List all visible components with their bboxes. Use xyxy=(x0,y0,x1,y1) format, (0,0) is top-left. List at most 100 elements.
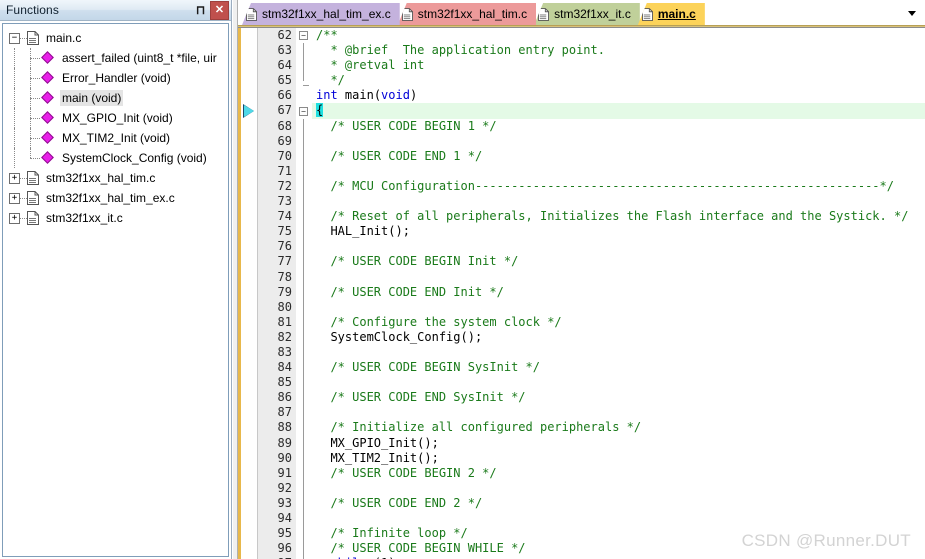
code-line[interactable]: /* MCU Configuration--------------------… xyxy=(312,179,925,194)
fold-toggle[interactable]: − xyxy=(299,31,308,40)
tree-connector xyxy=(25,128,42,148)
code-line[interactable]: /* Initialize all configured peripherals… xyxy=(312,420,925,435)
code-line[interactable]: /* USER CODE END SysInit */ xyxy=(312,390,925,405)
tree-file-node[interactable]: + stm32f1xx_hal_tim_ex.c xyxy=(3,188,228,208)
editor-tab[interactable]: main.c xyxy=(637,3,705,25)
code-line[interactable] xyxy=(312,134,925,149)
tree-item-label: MX_TIM2_Init (void) xyxy=(62,131,171,145)
tree-function-node[interactable]: MX_GPIO_Init (void) xyxy=(3,108,228,128)
code-line[interactable]: /* USER CODE END 2 */ xyxy=(312,496,925,511)
tree-function-node[interactable]: Error_Handler (void) xyxy=(3,68,228,88)
code-line[interactable]: MX_TIM2_Init(); xyxy=(312,451,925,466)
tree-expander[interactable]: − xyxy=(9,32,20,44)
code-line[interactable] xyxy=(312,375,925,390)
line-number: 76 xyxy=(277,239,292,254)
line-number: 63 xyxy=(277,43,292,58)
code-text-area[interactable]: /** * @brief The application entry point… xyxy=(312,28,925,559)
code-line[interactable]: MX_GPIO_Init(); xyxy=(312,436,925,451)
tree-item-label: main.c xyxy=(46,31,82,45)
code-line[interactable]: HAL_Init(); xyxy=(312,224,925,239)
tree-indent xyxy=(9,108,25,128)
code-line[interactable] xyxy=(312,511,925,526)
functions-tree-container[interactable]: − main.c assert_failed (uint8_t *file, uir… xyxy=(2,23,229,557)
code-line[interactable]: /* Infinite loop */ xyxy=(312,526,925,541)
line-number: 64 xyxy=(277,58,292,73)
breakpoint-marker-column[interactable] xyxy=(241,28,258,559)
code-token: HAL_Init xyxy=(316,224,389,239)
code-line[interactable]: /* USER CODE BEGIN 1 */ xyxy=(312,119,925,134)
tree-function-node[interactable]: main (void) xyxy=(3,88,228,108)
code-token: (); xyxy=(388,224,410,239)
tree-connector xyxy=(25,88,42,108)
code-line[interactable] xyxy=(312,345,925,360)
code-line[interactable]: /* USER CODE BEGIN 2 */ xyxy=(312,466,925,481)
code-line[interactable]: /* Configure the system clock */ xyxy=(312,315,925,330)
tree-file-node[interactable]: + stm32f1xx_it.c xyxy=(3,208,228,228)
code-line[interactable]: /* Reset of all peripherals, Initializes… xyxy=(312,209,925,224)
line-number: 75 xyxy=(277,224,292,239)
code-line[interactable]: * @retval int xyxy=(312,58,925,73)
code-token: SystemClock_Config xyxy=(316,329,461,344)
code-line[interactable] xyxy=(312,405,925,420)
code-line[interactable] xyxy=(312,270,925,285)
file-icon xyxy=(538,7,550,21)
code-line[interactable]: SystemClock_Config(); xyxy=(312,330,925,345)
code-line[interactable] xyxy=(312,194,925,209)
tree-file-node[interactable]: + stm32f1xx_hal_tim.c xyxy=(3,168,228,188)
tab-label: stm32f1xx_it.c xyxy=(554,7,631,21)
line-number: 87 xyxy=(277,405,292,420)
code-editor-window: Functions ⊓ ✕ − main.c assert_failed (uint… xyxy=(0,0,925,559)
tree-function-node[interactable]: SystemClock_Config (void) xyxy=(3,148,228,168)
code-line[interactable]: /* USER CODE BEGIN SysInit */ xyxy=(312,360,925,375)
editor-tab[interactable]: stm32f1xx_it.c xyxy=(534,3,640,25)
code-token: /* Reset of all peripherals, Initializes… xyxy=(316,209,909,224)
code-line[interactable]: /* USER CODE BEGIN Init */ xyxy=(312,254,925,269)
code-folding-column[interactable]: −−− xyxy=(296,28,312,559)
tree-expander[interactable]: + xyxy=(9,192,20,204)
fold-toggle[interactable]: − xyxy=(299,106,308,116)
tree-item-label: stm32f1xx_hal_tim.c xyxy=(46,171,156,185)
close-icon[interactable]: ✕ xyxy=(210,0,229,20)
line-number: 83 xyxy=(277,344,292,359)
tree-expander[interactable]: + xyxy=(9,212,20,224)
line-number: 85 xyxy=(277,375,292,390)
code-token: * @brief The application entry point. xyxy=(316,43,605,58)
line-number: 79 xyxy=(277,284,292,299)
code-token: /* USER CODE END Init */ xyxy=(316,284,504,299)
tree-indent xyxy=(9,88,25,108)
code-line[interactable]: { xyxy=(312,103,925,119)
tree-connector xyxy=(25,148,42,168)
code-line[interactable]: /* USER CODE END Init */ xyxy=(312,285,925,300)
tree-function-node[interactable]: MX_TIM2_Init (void) xyxy=(3,128,228,148)
tree-function-node[interactable]: assert_failed (uint8_t *file, uir xyxy=(3,48,228,68)
code-line[interactable] xyxy=(312,164,925,179)
tree-indent xyxy=(9,68,25,88)
panel-title: Functions xyxy=(6,3,59,17)
pin-icon[interactable]: ⊓ xyxy=(192,2,209,19)
code-line[interactable] xyxy=(312,300,925,315)
code-line[interactable] xyxy=(312,239,925,254)
code-line[interactable] xyxy=(312,481,925,496)
code-token: /* USER CODE END SysInit */ xyxy=(316,390,526,405)
code-token: (); xyxy=(417,450,439,465)
tree-file-node[interactable]: − main.c xyxy=(3,28,228,48)
functions-panel: Functions ⊓ ✕ − main.c assert_failed (uint… xyxy=(0,0,232,559)
fold-guide xyxy=(303,118,304,559)
tree-item-label: MX_GPIO_Init (void) xyxy=(62,111,173,125)
tree-item-label: main (void) xyxy=(60,90,124,106)
editor-tab[interactable]: stm32f1xx_hal_tim_ex.c xyxy=(242,3,400,25)
tab-label: stm32f1xx_hal_tim.c xyxy=(417,7,528,21)
code-line[interactable]: */ xyxy=(312,73,925,88)
code-token: (); xyxy=(417,435,439,450)
chevron-down-icon[interactable] xyxy=(905,6,919,20)
code-pane[interactable]: 62 63 64 65 66 67 68 69 70 71 72 73 74 75 76 77 78 79 80 81… xyxy=(238,28,925,559)
file-icon xyxy=(641,7,653,21)
code-line[interactable]: /** xyxy=(312,28,925,43)
code-line[interactable]: /* USER CODE END 1 */ xyxy=(312,149,925,164)
code-line[interactable]: * @brief The application entry point. xyxy=(312,43,925,58)
tree-expander[interactable]: + xyxy=(9,172,20,184)
code-line[interactable]: int main(void) xyxy=(312,88,925,103)
tree-indent xyxy=(9,148,25,168)
editor-tab[interactable]: stm32f1xx_hal_tim.c xyxy=(397,3,537,25)
code-line[interactable]: /* USER CODE BEGIN WHILE */ xyxy=(312,541,925,556)
